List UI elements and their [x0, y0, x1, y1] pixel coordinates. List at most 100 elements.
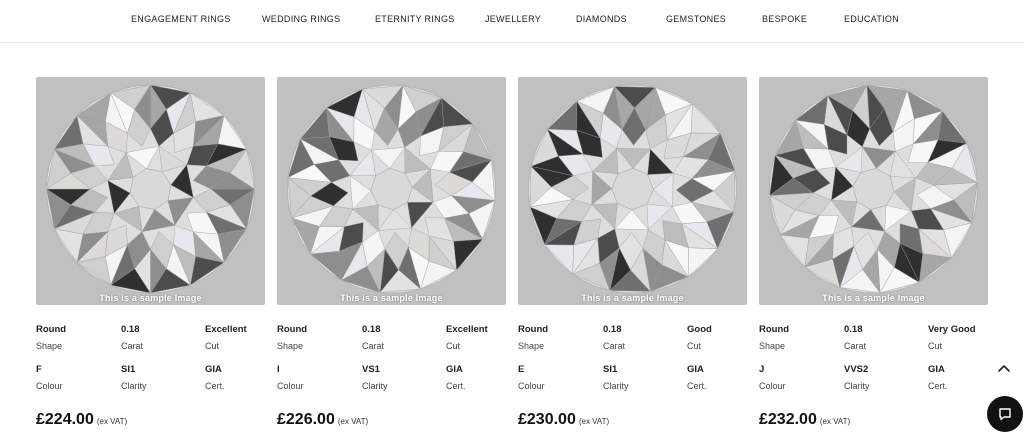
nav-wedding-rings[interactable]: WEDDING RINGS [262, 14, 340, 24]
price-vat-note: (ex VAT) [96, 417, 128, 426]
shape-value: Round [277, 324, 308, 335]
diamond-image[interactable]: This is a sample Image [518, 77, 747, 305]
sample-image-caption: This is a sample Image [99, 293, 202, 303]
spec-cut: Excellent Cut [205, 324, 247, 351]
spec-cut: Excellent Cut [446, 324, 488, 351]
colour-value: E [518, 364, 525, 375]
diamond-illustration [769, 84, 978, 294]
cert-value: GIA [928, 364, 945, 375]
colour-label: Colour [518, 381, 545, 391]
scroll-to-top-button[interactable] [995, 360, 1013, 378]
spec-clarity: VVS2 Clarity [844, 364, 870, 391]
spec-colour: J Colour [759, 364, 786, 391]
clarity-value: VS1 [362, 364, 380, 375]
cert-label: Cert. [687, 381, 707, 391]
colour-value: I [277, 364, 280, 375]
price-vat-note: (ex VAT) [337, 417, 369, 426]
cut-label: Cut [687, 341, 702, 351]
nav-gemstones[interactable]: GEMSTONES [666, 14, 726, 24]
chat-icon [999, 408, 1011, 421]
cut-label: Cut [205, 341, 220, 351]
price-vat-note: (ex VAT) [819, 417, 851, 426]
price-amount: £226.00 [277, 411, 335, 428]
diamond-card[interactable]: This is a sample Image Round Shape 0.18 Ca… [518, 77, 747, 428]
sample-image-caption: This is a sample Image [581, 293, 684, 303]
clarity-label: Clarity [362, 381, 388, 391]
cut-value: Excellent [205, 324, 247, 335]
cert-label: Cert. [928, 381, 948, 391]
diamond-illustration [45, 84, 256, 294]
carat-value: 0.18 [603, 324, 622, 335]
diamond-image[interactable]: This is a sample Image [36, 77, 265, 305]
cut-value: Good [687, 324, 712, 335]
spec-shape: Round Shape [518, 324, 548, 351]
spec-cert: GIA Cert. [687, 364, 707, 391]
spec-colour: F Colour [36, 364, 63, 391]
spec-carat: 0.18 Carat [603, 324, 625, 351]
diamond-card[interactable]: This is a sample Image Round Shape 0.18 Ca… [277, 77, 506, 428]
spec-shape: Round Shape [759, 324, 789, 351]
spec-cert: GIA Cert. [446, 364, 466, 391]
nav-bespoke[interactable]: BESPOKE [762, 14, 807, 24]
cert-label: Cert. [446, 381, 466, 391]
shape-label: Shape [759, 341, 786, 351]
clarity-value: SI1 [121, 364, 136, 375]
spec-carat: 0.18 Carat [121, 324, 143, 351]
diamond-specs: Round Shape 0.18 Carat Very Good Cut J Colou… [759, 324, 988, 404]
diamond-price: £224.00 (ex VAT) [36, 411, 127, 429]
chevron-up-icon [998, 365, 1010, 372]
spec-colour: E Colour [518, 364, 545, 391]
cert-value: GIA [205, 364, 222, 375]
nav-engagement-rings[interactable]: ENGAGEMENT RINGS [131, 14, 231, 24]
shape-label: Shape [277, 341, 304, 351]
diamond-specs: Round Shape 0.18 Carat Excellent Cut I Colou… [277, 324, 506, 404]
price-vat-note: (ex VAT) [578, 417, 610, 426]
diamond-specs: Round Shape 0.18 Carat Good Cut E Colour SI1… [518, 324, 747, 404]
cert-value: GIA [687, 364, 704, 375]
spec-clarity: SI1 Clarity [603, 364, 629, 391]
colour-label: Colour [36, 381, 63, 391]
diamond-card[interactable]: This is a sample Image Round Shape 0.18 Ca… [36, 77, 265, 428]
price-amount: £230.00 [518, 411, 576, 428]
top-navigation: ENGAGEMENT RINGS WEDDING RINGS ETERNITY … [0, 0, 1024, 43]
spec-cert: GIA Cert. [205, 364, 225, 391]
spec-cert: GIA Cert. [928, 364, 948, 391]
nav-diamonds[interactable]: DIAMONDS [576, 14, 627, 24]
carat-value: 0.18 [362, 324, 381, 335]
colour-value: J [759, 364, 765, 375]
cut-value: Excellent [446, 324, 488, 335]
spec-shape: Round Shape [277, 324, 307, 351]
price-amount: £224.00 [36, 411, 94, 428]
nav-jewellery[interactable]: JEWELLERY [485, 14, 541, 24]
clarity-label: Clarity [844, 381, 870, 391]
spec-clarity: VS1 Clarity [362, 364, 388, 391]
clarity-label: Clarity [603, 381, 629, 391]
diamond-image[interactable]: This is a sample Image [277, 77, 506, 305]
carat-label: Carat [844, 341, 867, 351]
diamond-price: £232.00 (ex VAT) [759, 411, 850, 429]
spec-cut: Very Good Cut [928, 324, 976, 351]
chat-button[interactable] [987, 396, 1023, 432]
clarity-value: VVS2 [844, 364, 869, 375]
nav-education[interactable]: EDUCATION [844, 14, 899, 24]
spec-colour: I Colour [277, 364, 304, 391]
carat-label: Carat [121, 341, 144, 351]
shape-label: Shape [36, 341, 63, 351]
cut-label: Cut [928, 341, 943, 351]
diamond-image[interactable]: This is a sample Image [759, 77, 988, 305]
carat-value: 0.18 [844, 324, 863, 335]
shape-value: Round [36, 324, 67, 335]
carat-value: 0.18 [121, 324, 140, 335]
diamond-specs: Round Shape 0.18 Carat Excellent Cut F Colou… [36, 324, 265, 404]
clarity-label: Clarity [121, 381, 147, 391]
spec-clarity: SI1 Clarity [121, 364, 147, 391]
diamond-price: £226.00 (ex VAT) [277, 411, 368, 429]
spec-shape: Round Shape [36, 324, 66, 351]
shape-value: Round [518, 324, 549, 335]
sample-image-caption: This is a sample Image [822, 293, 925, 303]
cert-value: GIA [446, 364, 463, 375]
diamond-card[interactable]: This is a sample Image Round Shape 0.18 Ca… [759, 77, 988, 428]
nav-eternity-rings[interactable]: ETERNITY RINGS [375, 14, 455, 24]
diamond-illustration [287, 84, 496, 294]
sample-image-caption: This is a sample Image [340, 293, 443, 303]
